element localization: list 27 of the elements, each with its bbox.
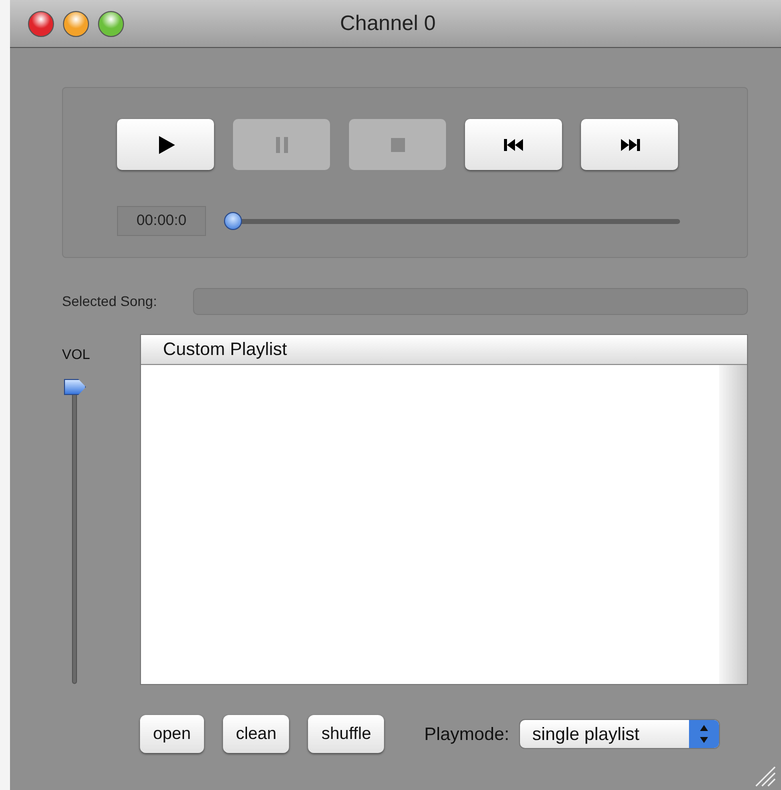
- next-icon: [620, 138, 640, 150]
- playmode-select[interactable]: single playlist: [519, 719, 720, 749]
- pause-icon: [274, 136, 288, 152]
- stepper-arrows-icon: [689, 720, 720, 748]
- scrollbar[interactable]: [719, 365, 747, 684]
- next-button[interactable]: [581, 119, 678, 170]
- stop-icon: [390, 138, 404, 152]
- action-button[interactable]: clean: [222, 715, 290, 753]
- selected-song-label: Selected Song:: [62, 292, 158, 311]
- action-button[interactable]: shuffle: [308, 715, 384, 753]
- window-title: Channel 0: [340, 10, 436, 37]
- volume-thumb[interactable]: [64, 379, 86, 395]
- resize-grip-icon[interactable]: [754, 765, 776, 787]
- window-control-icon[interactable]: [63, 10, 89, 36]
- action-button[interactable]: open: [140, 715, 204, 753]
- window-control-icon[interactable]: [98, 10, 124, 36]
- slider-thumb[interactable]: [224, 212, 242, 230]
- playmode-label: Playmode:: [424, 722, 510, 746]
- volume-label: VOL: [62, 345, 92, 364]
- play-button[interactable]: [117, 119, 214, 170]
- window-control-icon[interactable]: [28, 10, 54, 36]
- position-slider[interactable]: [224, 212, 680, 230]
- column-header[interactable]: Custom Playlist: [141, 335, 747, 365]
- previous-button[interactable]: [465, 119, 562, 170]
- volume-slider[interactable]: [62, 379, 86, 684]
- previous-icon: [504, 138, 524, 150]
- time-display: 00:00:0: [117, 206, 206, 236]
